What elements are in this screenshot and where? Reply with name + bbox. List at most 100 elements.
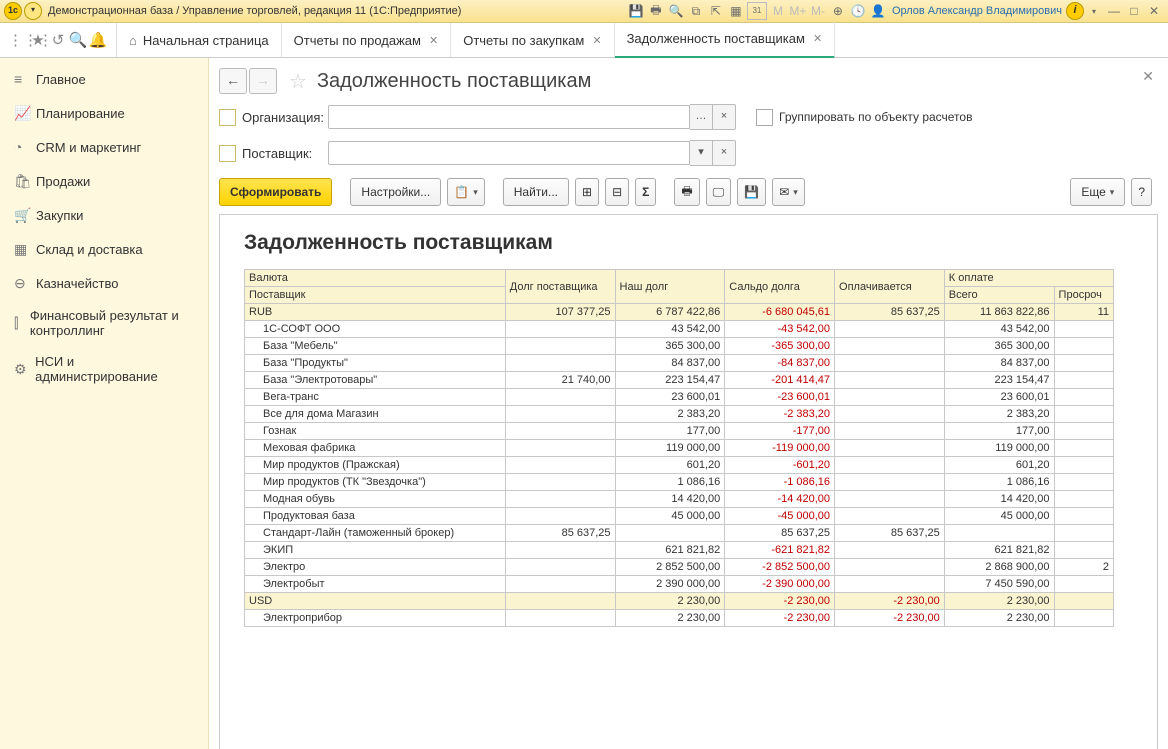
table-row[interactable]: Электро2 852 500,00-2 852 500,002 868 90… — [245, 559, 1114, 576]
favorite-toggle-icon[interactable]: ☆ — [289, 69, 307, 94]
memory-m-icon[interactable]: M — [769, 3, 787, 19]
table-row[interactable]: Электробыт2 390 000,00-2 390 000,007 450… — [245, 576, 1114, 593]
calculator-icon[interactable]: ▦ — [727, 3, 745, 19]
table-row[interactable]: Мир продуктов (Пражская)601,20-601,20601… — [245, 457, 1114, 474]
search-icon[interactable]: 🔍 — [68, 31, 88, 49]
app-logo-icon: 1c — [4, 2, 22, 20]
memory-mplus-icon[interactable]: M+ — [789, 3, 807, 19]
sidebar-item-1[interactable]: 📈Планирование — [0, 96, 208, 130]
apps-grid-icon[interactable]: ⋮⋮⋮ — [8, 31, 28, 49]
sidebar-item-8[interactable]: ⚙НСИ и администрирование — [0, 346, 208, 392]
table-row[interactable]: Вега-транс23 600,01-23 600,0123 600,01 — [245, 389, 1114, 406]
sidebar-item-7[interactable]: ⫿Финансовый результат и контроллинг — [0, 300, 208, 346]
preview-icon[interactable]: 🔍 — [667, 3, 685, 19]
table-row[interactable]: Все для дома Магазин2 383,20-2 383,202 3… — [245, 406, 1114, 423]
table-row[interactable]: 1С-СОФТ ООО43 542,00-43 542,0043 542,00 — [245, 321, 1114, 338]
tab-supplier-debt[interactable]: Задолженность поставщикам✕ — [615, 22, 836, 59]
print-button[interactable]: 🖶 — [674, 178, 699, 206]
org-select-button[interactable]: … — [690, 104, 713, 130]
save-icon[interactable]: 💾 — [627, 3, 645, 19]
help-button[interactable]: ? — [1131, 178, 1152, 206]
minimize-button[interactable]: — — [1105, 3, 1123, 19]
sidebar-item-6[interactable]: ⊖Казначейство — [0, 266, 208, 300]
sidebar-item-0[interactable]: ≡Главное — [0, 62, 208, 96]
bell-icon[interactable]: 🔔 — [88, 31, 108, 49]
nav-back-button[interactable]: ← — [219, 68, 247, 94]
table-row[interactable]: Гознак177,00-177,00177,00 — [245, 423, 1114, 440]
collapse-all-button[interactable]: ⊟ — [605, 178, 629, 206]
sidebar-icon: ⚙ — [14, 362, 35, 377]
table-row[interactable]: Продуктовая база45 000,00-45 000,0045 00… — [245, 508, 1114, 525]
org-filter-checkbox[interactable] — [219, 109, 236, 126]
nav-forward-button[interactable]: → — [249, 68, 277, 94]
calendar-icon[interactable]: 31 — [747, 2, 767, 20]
table-row[interactable]: Мир продуктов (ТК "Звездочка")1 086,16-1… — [245, 474, 1114, 491]
find-button[interactable]: Найти... — [503, 178, 569, 206]
expand-all-button[interactable]: ⊞ — [575, 178, 599, 206]
close-page-button[interactable]: ✕ — [1142, 68, 1154, 85]
more-button[interactable]: Еще▾ — [1070, 178, 1125, 206]
compare-icon[interactable]: ⧉ — [687, 3, 705, 19]
sidebar-item-4[interactable]: 🛒Закупки — [0, 198, 208, 232]
content-area: ✕ ← → ☆ Задолженность поставщикам Органи… — [209, 58, 1168, 749]
favorites-icon[interactable]: 🕓 — [849, 3, 867, 19]
current-user[interactable]: Орлов Александр Владимирович — [892, 5, 1062, 17]
close-icon[interactable]: ✕ — [429, 34, 438, 47]
table-row[interactable]: Меховая фабрика119 000,00-119 000,00119 … — [245, 440, 1114, 457]
print-preview-button[interactable]: 🖵 — [706, 178, 732, 206]
sum-button[interactable]: Σ — [635, 178, 656, 206]
form-report-button[interactable]: Сформировать — [219, 178, 332, 206]
org-filter-input[interactable] — [328, 105, 690, 129]
memory-mminus-icon[interactable]: M- — [809, 3, 827, 19]
group-by-object-checkbox[interactable] — [756, 109, 773, 126]
supplier-clear-button[interactable]: × — [713, 140, 736, 166]
window-title: Демонстрационная база / Управление торго… — [48, 5, 461, 17]
supplier-filter-checkbox[interactable] — [219, 145, 236, 162]
table-row[interactable]: База "Мебель"365 300,00-365 300,00365 30… — [245, 338, 1114, 355]
table-row[interactable]: Модная обувь14 420,00-14 420,0014 420,00 — [245, 491, 1114, 508]
tab-home[interactable]: ⌂ Начальная страница — [117, 23, 282, 57]
maximize-button[interactable]: □ — [1125, 3, 1143, 19]
close-icon[interactable]: ✕ — [813, 32, 822, 45]
table-row[interactable]: Электроприбор2 230,00-2 230,00-2 230,002… — [245, 610, 1114, 627]
sidebar-item-3[interactable]: 🛍Продажи — [0, 164, 208, 198]
sidebar-icon: ◔ — [14, 139, 36, 155]
table-row[interactable]: База "Продукты"84 837,00-84 837,0084 837… — [245, 355, 1114, 372]
col-paying: Оплачивается — [835, 270, 945, 304]
info-icon[interactable]: i — [1066, 2, 1084, 20]
tab-sales-reports[interactable]: Отчеты по продажам✕ — [282, 23, 452, 57]
supplier-filter-label: Поставщик: — [242, 146, 328, 161]
print-icon[interactable]: 🖶 — [647, 3, 665, 19]
group-row[interactable]: −RUB107 377,256 787 422,86-6 680 045,618… — [245, 304, 1114, 321]
app-menu-dropdown[interactable]: ▾ — [24, 2, 42, 20]
table-row[interactable]: ЭКИП621 821,82-621 821,82621 821,82 — [245, 542, 1114, 559]
sidebar-item-5[interactable]: ▦Склад и доставка — [0, 232, 208, 266]
org-clear-button[interactable]: × — [713, 104, 736, 130]
history-icon[interactable]: ↺ — [48, 31, 68, 49]
user-icon: 👤 — [869, 3, 887, 19]
sidebar-item-label: Финансовый результат и контроллинг — [30, 308, 194, 338]
report-table: ВалютаДолг поставщикаНаш долгСальдо долг… — [244, 269, 1114, 627]
report-area[interactable]: Задолженность поставщикам ВалютаДолг пос… — [219, 214, 1158, 749]
col-supplier: Поставщик — [245, 287, 506, 304]
save-button[interactable]: 💾 — [737, 178, 766, 206]
table-row[interactable]: База "Электротовары"21 740,00223 154,47-… — [245, 372, 1114, 389]
col-total: Всего — [944, 287, 1054, 304]
tab-purchase-reports[interactable]: Отчеты по закупкам✕ — [451, 23, 614, 57]
star-icon[interactable]: ★ — [28, 31, 48, 49]
close-icon[interactable]: ✕ — [592, 34, 601, 47]
sidebar-item-2[interactable]: ◔CRM и маркетинг — [0, 130, 208, 164]
col-overdue: Просроч — [1054, 287, 1113, 304]
sidebar-item-label: Продажи — [36, 174, 90, 189]
settings-button[interactable]: Настройки... — [350, 178, 441, 206]
variants-button[interactable]: 📋▾ — [447, 178, 484, 206]
group-row[interactable]: −USD2 230,00-2 230,00-2 230,002 230,00 — [245, 593, 1114, 610]
supplier-dropdown-button[interactable]: ▾ — [690, 140, 713, 166]
zoom-icon[interactable]: ⊕ — [829, 3, 847, 19]
send-button[interactable]: ✉▾ — [772, 178, 805, 206]
supplier-filter-input[interactable] — [328, 141, 690, 165]
info-dropdown-icon[interactable]: ▾ — [1085, 3, 1103, 19]
goto-icon[interactable]: ⇱ — [707, 3, 725, 19]
table-row[interactable]: Стандарт-Лайн (таможенный брокер)85 637,… — [245, 525, 1114, 542]
close-window-button[interactable]: ✕ — [1145, 3, 1163, 19]
